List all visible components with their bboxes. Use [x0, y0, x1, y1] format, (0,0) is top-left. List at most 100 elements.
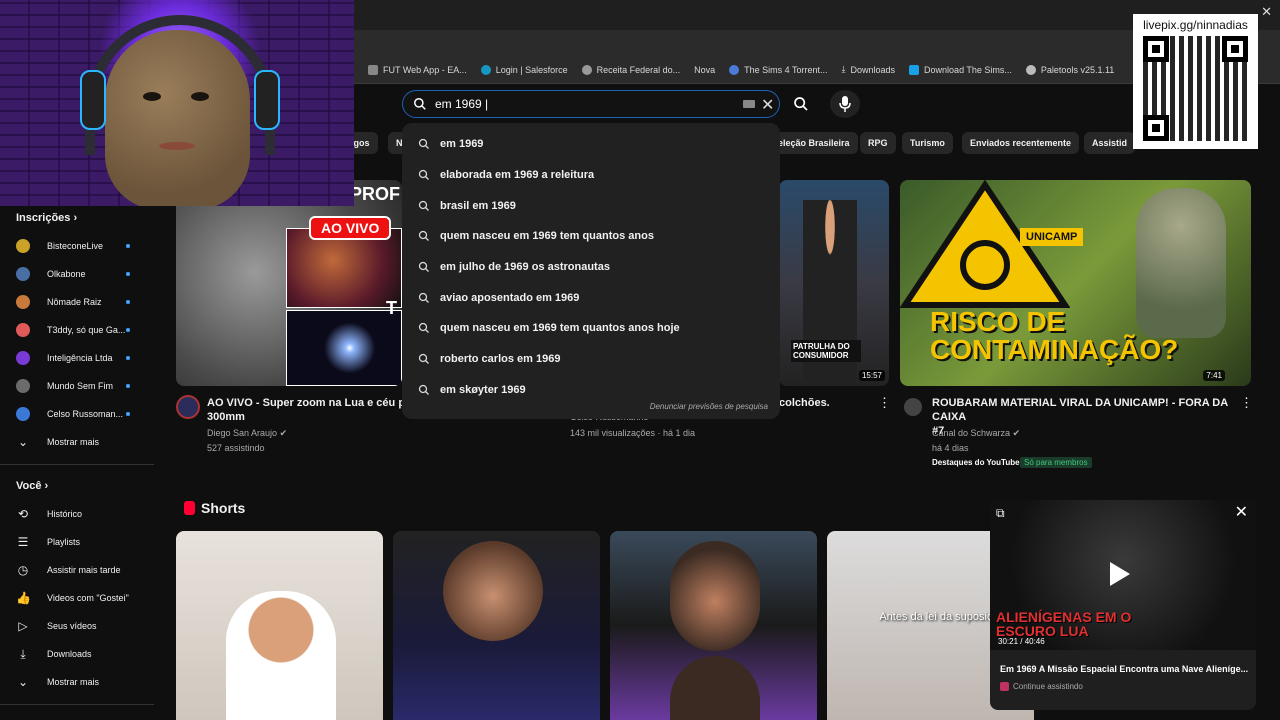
webcam-overlay [0, 0, 354, 206]
person-image [226, 591, 336, 720]
new-content-dot [126, 328, 130, 332]
channel-name[interactable]: Canal do Schwarza ✔ [932, 428, 1020, 439]
bookmark-item[interactable]: Login | Salesforce [480, 64, 568, 75]
filter-chip[interactable]: Turismo [902, 132, 953, 154]
bookmark-item[interactable]: The Sims 4 Torrent... [729, 64, 828, 75]
suggestion-item[interactable]: roberto carlos em 1969 [402, 344, 780, 375]
channel-avatar[interactable] [176, 395, 200, 419]
search-icon [794, 97, 808, 111]
bookmark-item[interactable]: Receita Federal do... [581, 64, 680, 75]
sidebar-item-subscription[interactable]: Celso Russoman... [16, 404, 146, 424]
sidebar: Inscrições › BisteconeLive Olkabone Nôma… [0, 206, 154, 720]
search-button[interactable] [783, 90, 819, 118]
search-input[interactable] [435, 97, 735, 111]
bookmark-item[interactable]: Paletools v25.1.11 [1025, 64, 1114, 75]
short-thumbnail[interactable] [610, 531, 817, 720]
video-duration: 7:41 [1203, 370, 1225, 381]
qr-finder [1143, 36, 1169, 62]
short-thumbnail[interactable] [393, 531, 600, 720]
miniplayer-subtitle: Continue assistindo [1000, 682, 1083, 691]
sidebar-item-liked-videos[interactable]: 👍 Videos com "Gostei" [16, 588, 146, 608]
filter-chip[interactable]: eleção Brasileira [770, 132, 858, 154]
video-title[interactable]: colchões. [779, 396, 830, 410]
sidebar-item-your-videos[interactable]: ▷ Seus vídeos [16, 616, 146, 636]
person-image [670, 656, 760, 720]
new-content-dot [126, 356, 130, 360]
filter-chip[interactable]: RPG [860, 132, 896, 154]
video-title[interactable]: AO VIVO - Super zoom na Lua e céu profu 3… [207, 396, 426, 424]
close-icon[interactable]: ✕ [1235, 502, 1248, 522]
miniplayer[interactable]: ⧉ ✕ ALIENÍGENAS EM O ESCURO LUA 30:21 / … [990, 500, 1256, 710]
suggestion-item[interactable]: brasil em 1969 [402, 190, 780, 221]
channel-avatar[interactable] [904, 398, 922, 416]
search-icon [418, 200, 429, 211]
video-thumbnail[interactable]: UNICAMP RISCO DE CONTAMINAÇÃO? 7:41 [900, 180, 1251, 386]
headphone-cup [80, 70, 106, 130]
verified-icon: ✔ [1012, 428, 1021, 438]
suggestion-item[interactable]: em skøyter 1969 [402, 375, 780, 406]
show-more-subscriptions[interactable]: ⌄ Mostrar mais [16, 432, 146, 452]
sidebar-item-history[interactable]: ⟲ Histórico [16, 504, 146, 524]
miniplayer-video[interactable]: ⧉ ✕ ALIENÍGENAS EM O ESCURO LUA 30:21 / … [990, 500, 1256, 650]
microphone-icon [839, 96, 851, 112]
new-content-dot [126, 272, 130, 276]
more-options-icon[interactable]: ⋮ [878, 395, 891, 411]
sidebar-item-watch-later[interactable]: ◷ Assistir mais tarde [16, 560, 146, 580]
avatar [16, 379, 30, 393]
more-options-icon[interactable]: ⋮ [1240, 395, 1253, 411]
bookmark-item[interactable]: Nova [694, 65, 715, 75]
chevron-right-icon: › [44, 480, 49, 492]
sidebar-item-subscription[interactable]: Olkabone [16, 264, 146, 284]
avatar [16, 295, 30, 309]
video-thumbnail[interactable]: PATRULHA DO CONSUMIDOR 15:57 [779, 180, 889, 386]
keyboard-icon[interactable] [743, 100, 755, 108]
sidebar-item-downloads[interactable]: ⤓ Downloads [16, 644, 146, 664]
filter-chip[interactable]: Assistid [1084, 132, 1136, 154]
members-only-badge: Só para membros [1020, 457, 1092, 468]
play-icon[interactable] [1110, 562, 1130, 586]
sidebar-item-show-more[interactable]: ⌄ Mostrar mais [16, 672, 146, 692]
you-heading[interactable]: Você › [16, 480, 48, 492]
filter-chip[interactable]: Enviados recentemente [962, 132, 1080, 154]
sidebar-item-subscription[interactable]: T3ddy, só que Ga... [16, 320, 146, 340]
miniplayer-title[interactable]: Em 1969 A Missão Espacial Encontra uma N… [1000, 664, 1248, 674]
video-icon: ▷ [18, 619, 28, 633]
suggestion-item[interactable]: em 1969 [402, 129, 780, 160]
chevron-right-icon: › [73, 212, 78, 224]
subscriptions-heading[interactable]: Inscrições › [16, 212, 77, 224]
bookmark-item[interactable]: Download The Sims... [909, 64, 1012, 75]
tag-label: Destaques do YouTube [932, 458, 1020, 467]
avatar [16, 407, 30, 421]
sidebar-item-subscription[interactable]: Mundo Sem Fim [16, 376, 146, 396]
video-meta: há 4 dias [932, 443, 969, 453]
qr-finder [1222, 36, 1248, 62]
sidebar-item-playlists[interactable]: ☰ Playlists [16, 532, 146, 552]
live-badge: AO VIVO [309, 216, 392, 240]
search-box[interactable]: ✕ [402, 90, 780, 118]
channel-name[interactable]: Diego San Araujo ✔ [207, 428, 287, 439]
video-thumbnail[interactable]: PROF T AO VIVO [176, 180, 402, 386]
suggestion-item[interactable]: quem nasceu em 1969 tem quantos anos hoj… [402, 313, 780, 344]
voice-search-button[interactable] [830, 90, 860, 118]
expand-icon[interactable]: ⧉ [996, 506, 1005, 521]
clear-search-icon[interactable]: ✕ [761, 95, 774, 115]
report-predictions-link[interactable]: Denunciar previsões de pesquisa [650, 402, 768, 411]
suggestion-item[interactable]: aviao aposentado em 1969 [402, 282, 780, 313]
suggestion-item[interactable]: elaborada em 1969 a releitura [402, 160, 780, 191]
search-suggestions: em 1969 elaborada em 1969 a releitura br… [402, 123, 780, 419]
search-icon [418, 231, 429, 242]
sidebar-item-subscription[interactable]: Nômade Raiz [16, 292, 146, 312]
bookmark-item[interactable]: ⤓ Downloads [842, 64, 896, 75]
new-content-dot [126, 244, 130, 248]
window-close-icon[interactable]: ✕ [1261, 4, 1272, 20]
sidebar-item-subscription[interactable]: Inteligência Ltda [16, 348, 146, 368]
suggestion-item[interactable]: em julho de 1969 os astronautas [402, 252, 780, 283]
sidebar-item-subscription[interactable]: BisteconeLive [16, 236, 146, 256]
bookmark-item[interactable]: FUT Web App - EA... [368, 64, 467, 75]
video-meta: 143 mil visualizações · há 1 dia [570, 428, 696, 438]
search-icon [418, 139, 429, 150]
person-image [443, 541, 543, 641]
short-thumbnail[interactable] [176, 531, 383, 720]
new-content-dot [126, 384, 130, 388]
suggestion-item[interactable]: quem nasceu em 1969 tem quantos anos [402, 221, 780, 252]
